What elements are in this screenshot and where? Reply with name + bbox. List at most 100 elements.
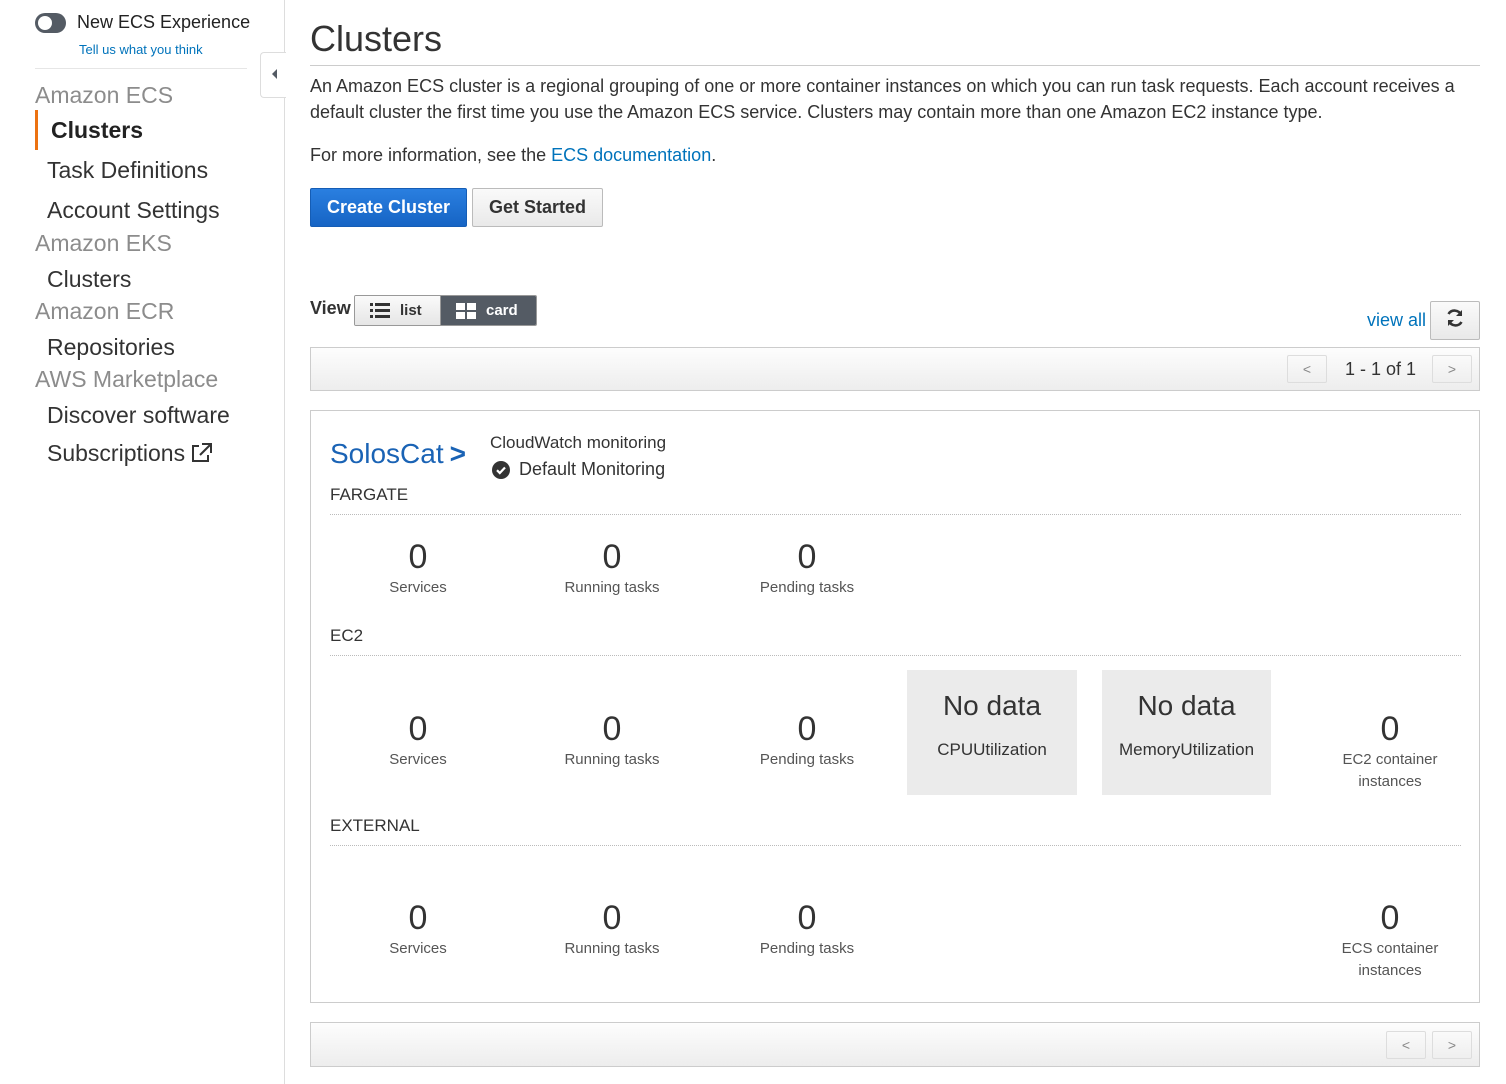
stat-label: Services — [389, 751, 447, 768]
ec2-container-instances-stat: 0 EC2 container instances — [1305, 709, 1475, 793]
nav-section-marketplace: AWS Marketplace — [35, 366, 219, 392]
sidebar-item-subscriptions[interactable]: Subscriptions — [35, 432, 265, 472]
check-circle-icon — [492, 460, 510, 479]
section-divider — [330, 514, 1461, 515]
sidebar-nav: Amazon ECS Clusters Task Definitions Acc… — [35, 80, 265, 472]
ec2-services-stat: 0 Services — [333, 709, 503, 771]
page-title: Clusters — [310, 18, 443, 59]
cpu-utilization-metric[interactable]: No data CPUUtilization — [907, 670, 1077, 795]
nav-section-ecr: Amazon ECR — [35, 298, 175, 324]
feedback-link[interactable]: Tell us what you think — [79, 42, 203, 57]
new-experience-toggle[interactable] — [35, 12, 66, 33]
stat-value: 0 — [602, 899, 622, 937]
stat-label: EC2 container — [1342, 751, 1438, 768]
sidebar-item-repositories[interactable]: Repositories — [35, 326, 265, 364]
sidebar-collapse-button[interactable] — [260, 52, 286, 98]
section-label-external: EXTERNAL — [330, 816, 420, 835]
sidebar: New ECS Experience Tell us what you thin… — [0, 0, 285, 1084]
ec2-pending-stat: 0 Pending tasks — [722, 709, 892, 771]
ec2-running-stat: 0 Running tasks — [527, 709, 697, 771]
fargate-running-stat: 0 Running tasks — [527, 537, 697, 599]
pagination-bar-bottom: < > — [310, 1022, 1480, 1067]
metric-value: No data — [942, 690, 1042, 721]
stat-value: 0 — [1380, 710, 1400, 748]
stat-label: Running tasks — [564, 751, 660, 768]
stat-label: instances — [1358, 962, 1422, 979]
external-link-icon — [189, 435, 213, 477]
stat-value: 0 — [797, 538, 817, 576]
refresh-button[interactable] — [1430, 301, 1480, 340]
pager-next-button[interactable]: > — [1432, 355, 1472, 383]
stat-value: 0 — [602, 538, 622, 576]
metric-label: MemoryUtilization — [1118, 740, 1255, 759]
stat-value: 0 — [797, 899, 817, 937]
new-experience-toggle-row[interactable]: New ECS Experience — [35, 12, 250, 33]
page-description: An Amazon ECS cluster is a regional grou… — [310, 76, 1455, 122]
stat-label: Pending tasks — [759, 940, 855, 957]
sidebar-item-task-definitions[interactable]: Task Definitions — [35, 150, 265, 190]
external-pending-stat: 0 Pending tasks — [722, 898, 892, 960]
stat-label: Running tasks — [564, 579, 660, 596]
pager-prev-button[interactable]: < — [1287, 355, 1327, 383]
cloudwatch-title: CloudWatch monitoring — [490, 433, 667, 452]
create-cluster-button[interactable]: Create Cluster — [310, 188, 467, 227]
ecs-documentation-link[interactable]: ECS documentation — [551, 145, 711, 165]
metric-value: No data — [1137, 690, 1236, 721]
stat-value: 0 — [408, 899, 428, 937]
ecs-container-instances-stat: 0 ECS container instances — [1305, 898, 1475, 982]
stat-label: Services — [389, 579, 447, 596]
view-list-button[interactable]: list — [355, 296, 441, 325]
more-info-prefix: For more information, see the — [310, 145, 552, 165]
section-label-fargate: FARGATE — [330, 485, 409, 504]
external-running-stat: 0 Running tasks — [527, 898, 697, 960]
pager-next-button-bottom[interactable]: > — [1432, 1031, 1472, 1059]
stat-label: instances — [1358, 773, 1422, 790]
view-card-button[interactable]: card — [441, 296, 536, 325]
view-card-label: card — [486, 302, 518, 319]
pager-count: 1 - 1 of 1 — [1345, 359, 1417, 379]
sidebar-item-ecs-clusters[interactable]: Clusters — [35, 110, 265, 150]
section-label-ec2: EC2 — [330, 626, 364, 645]
fargate-pending-stat: 0 Pending tasks — [722, 537, 892, 599]
nav-section-eks: Amazon EKS — [35, 230, 172, 256]
stat-value: 0 — [1380, 899, 1400, 937]
caret-left-icon — [270, 68, 278, 83]
section-divider — [330, 845, 1461, 846]
grid-icon — [456, 302, 476, 319]
external-services-stat: 0 Services — [333, 898, 503, 960]
metric-label: CPUUtilization — [937, 740, 1047, 759]
more-info-suffix: . — [711, 145, 717, 165]
sidebar-item-discover-software[interactable]: Discover software — [35, 394, 265, 432]
cluster-name: SolosCat — [330, 438, 444, 469]
stat-label: Running tasks — [564, 940, 660, 957]
memory-utilization-metric[interactable]: No data MemoryUtilization — [1102, 670, 1271, 795]
subscriptions-label: Subscriptions — [47, 440, 186, 466]
nav-section-ecs: Amazon ECS — [35, 82, 174, 108]
get-started-button[interactable]: Get Started — [472, 188, 603, 227]
section-divider — [330, 655, 1461, 656]
cloudwatch-status-label: Default Monitoring — [519, 459, 666, 479]
stat-label: Pending tasks — [759, 751, 855, 768]
toggle-label: New ECS Experience — [77, 12, 251, 32]
stat-value: 0 — [408, 538, 428, 576]
cluster-card: SolosCat > CloudWatch monitoring Default … — [310, 410, 1480, 1003]
fargate-services-stat: 0 Services — [333, 537, 503, 599]
sidebar-divider — [35, 68, 247, 69]
cluster-name-link[interactable]: SolosCat > — [330, 438, 466, 470]
view-toggle: list card — [354, 295, 537, 326]
cloudwatch-status: Default Monitoring — [492, 459, 665, 480]
pagination-bar-top: < 1 - 1 of 1 > — [310, 347, 1480, 391]
stat-label: ECS container — [1341, 940, 1439, 957]
sidebar-item-eks-clusters[interactable]: Clusters — [35, 258, 265, 296]
pager-prev-button-bottom[interactable]: < — [1386, 1031, 1426, 1059]
view-list-label: list — [400, 302, 422, 319]
stat-label: Services — [389, 940, 447, 957]
view-all-link[interactable]: view all — [1367, 310, 1426, 331]
refresh-icon — [1445, 308, 1465, 333]
chevron-right-icon: > — [449, 438, 466, 469]
sidebar-item-account-settings[interactable]: Account Settings — [35, 190, 265, 226]
stat-value: 0 — [408, 710, 428, 748]
title-divider — [310, 65, 1480, 66]
stat-value: 0 — [797, 710, 817, 748]
view-label: View — [310, 298, 351, 318]
